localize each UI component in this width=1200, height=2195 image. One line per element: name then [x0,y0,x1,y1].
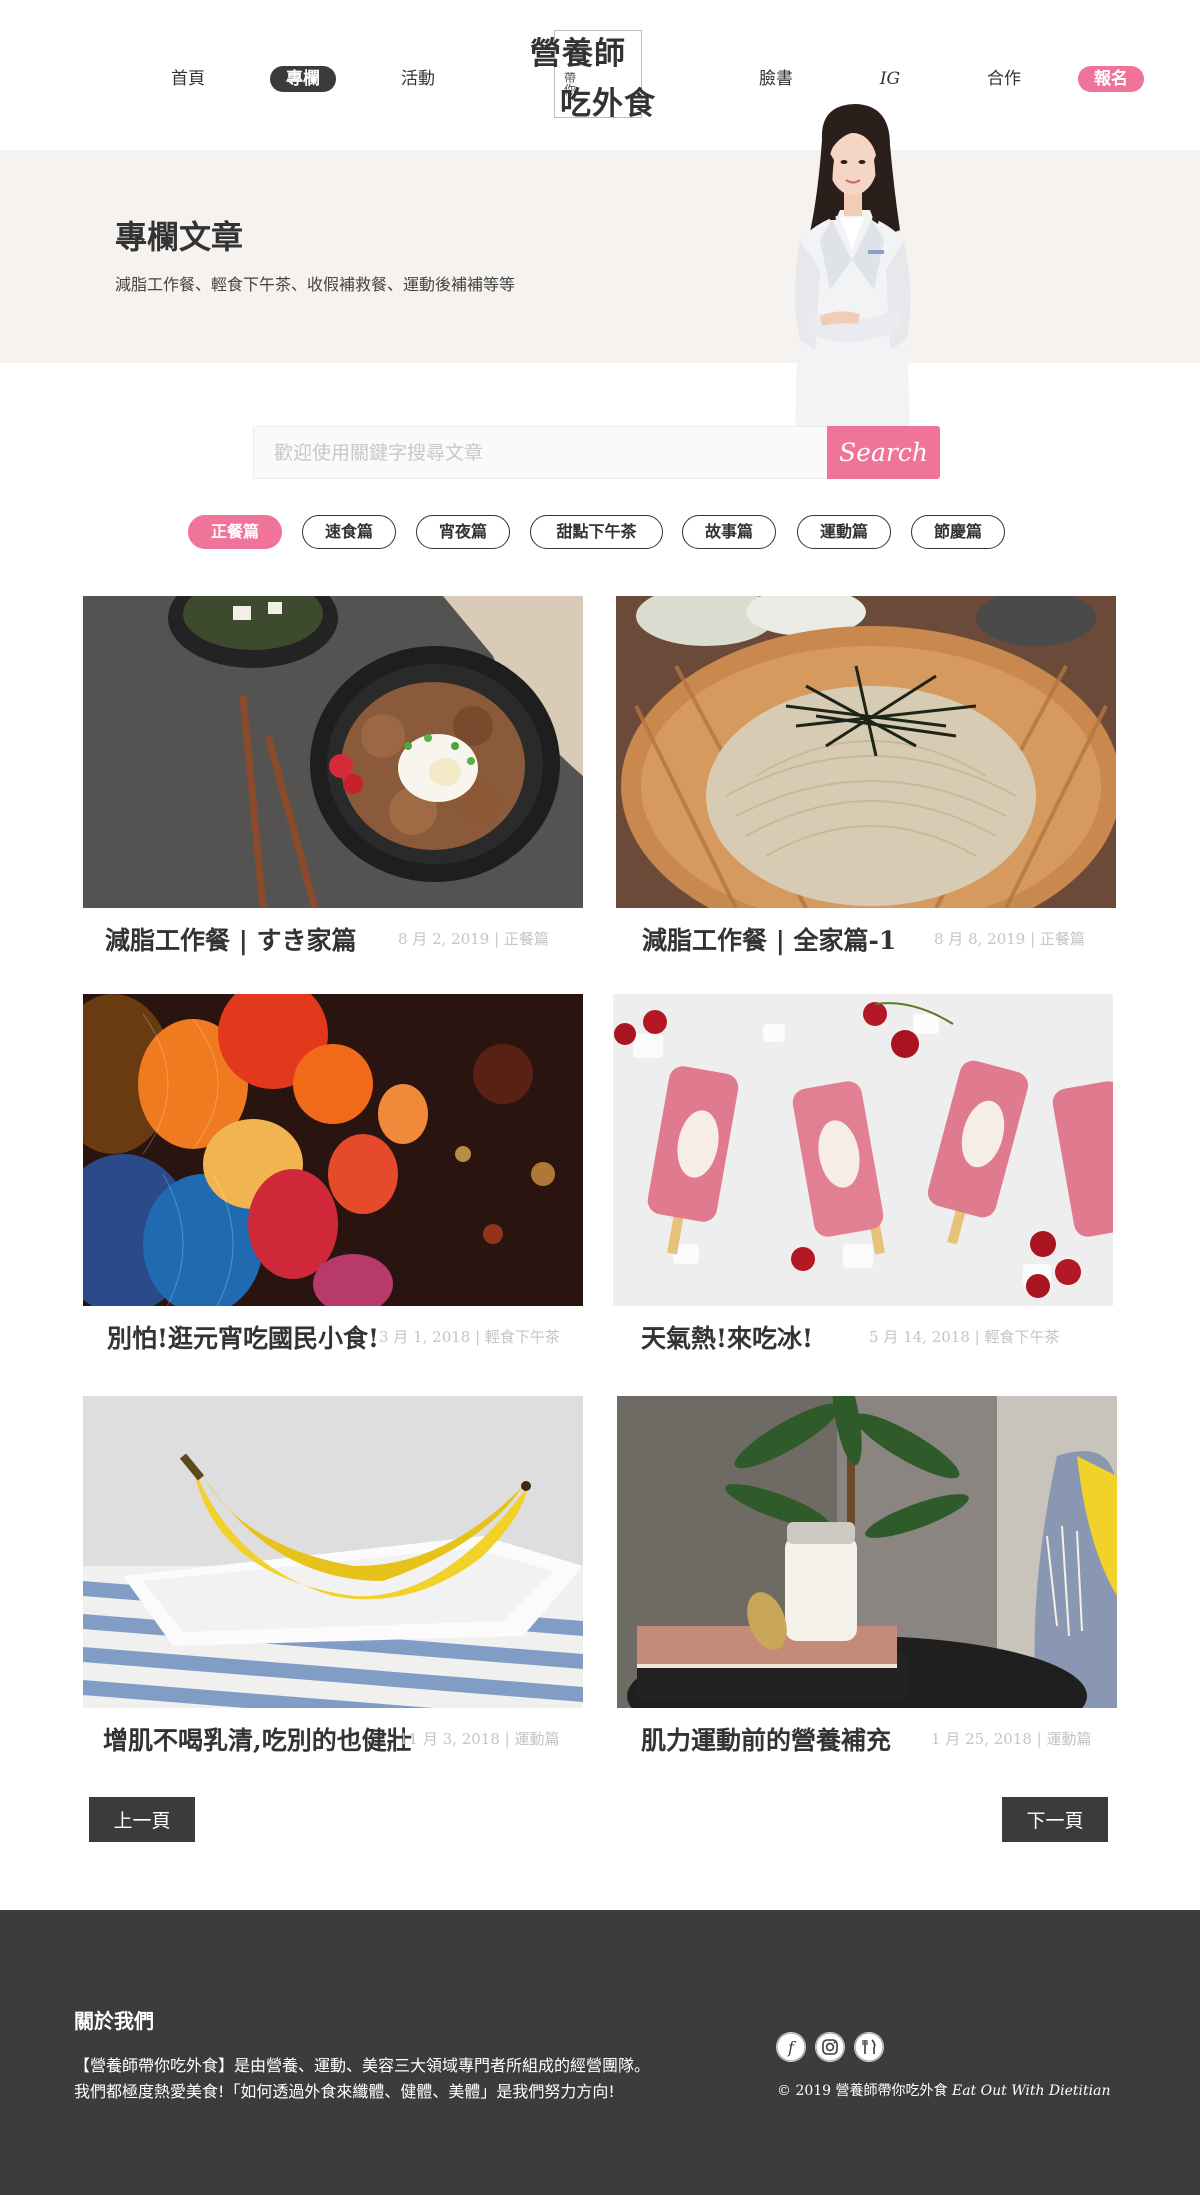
site-footer: 關於我們 【營養師帶你吃外食】是由營養、運動、美容三大領域專門者所組成的經營團隊… [0,1910,1200,2195]
fork-knife-icon[interactable] [854,2032,884,2062]
logo-line1: 營養師 [530,36,626,72]
article-title[interactable]: 別怕!逛元宵吃國民小食! [107,1319,379,1355]
article-meta: 11 月 3, 2018 | 運動篇 [399,1730,560,1748]
next-page-button[interactable]: 下一頁 [1002,1797,1108,1842]
logo-line2: 吃外食 [560,86,656,122]
nav-facebook[interactable]: 臉書 [748,66,804,92]
page-subtitle: 減脂工作餐、輕食下午茶、收假補救餐、運動後補補等等 [115,275,516,294]
article-image-lanterns[interactable] [83,994,583,1306]
page-title: 專欄文章 [115,218,244,256]
category-main-meal[interactable]: 正餐篇 [188,515,282,549]
article-meta: 8 月 2, 2019 | 正餐篇 [398,930,549,948]
article-image-soba[interactable] [616,596,1116,908]
article-title[interactable]: 肌力運動前的營養補充 [641,1721,891,1757]
nav-cooperation[interactable]: 合作 [976,66,1032,92]
copyright-en: Eat Out With Dietitian [951,2083,1111,2099]
article-image-milk-jar[interactable] [617,1396,1117,1708]
category-stories[interactable]: 故事篇 [682,515,776,549]
about-title: 關於我們 [74,2009,154,2033]
article-image-banana[interactable] [83,1396,583,1708]
nav-signup-button[interactable]: 報名 [1078,66,1144,92]
article-card[interactable]: 減脂工作餐 | 全家篇-1 8 月 8, 2019 | 正餐篇 [616,596,1116,966]
nav-events[interactable]: 活動 [390,66,446,92]
article-image-beef-bowl[interactable] [83,596,583,908]
about-text-line2: 我們都極度熱愛美食!「如何透過外食來纖體、健體、美體」是我們努力方向! [74,2082,615,2101]
copyright-zh: © 2019 營養師帶你吃外食 [777,2083,948,2099]
instagram-icon[interactable] [815,2032,845,2062]
category-festivals[interactable]: 節慶篇 [911,515,1005,549]
search-button[interactable]: Search [827,426,940,479]
site-header: 首頁 專欄 活動 營養師 帶你 吃外食 臉書 IG 合作 報名 [0,0,1200,150]
article-meta: 8 月 8, 2019 | 正餐篇 [934,930,1085,948]
about-text-line1: 【營養師帶你吃外食】是由營養、運動、美容三大領域專門者所組成的經營團隊。 [74,2056,651,2075]
category-fast-food[interactable]: 速食篇 [302,515,396,549]
article-card[interactable]: 增肌不喝乳清,吃別的也健壯 11 月 3, 2018 | 運動篇 [83,1396,583,1766]
facebook-icon[interactable]: f [776,2032,806,2062]
category-exercise[interactable]: 運動篇 [797,515,891,549]
category-dessert-tea[interactable]: 甜點下午茶 [530,515,663,549]
article-title[interactable]: 增肌不喝乳清,吃別的也健壯 [103,1721,412,1757]
article-meta: 1 月 25, 2018 | 運動篇 [931,1730,1092,1748]
article-title[interactable]: 減脂工作餐 | すき家篇 [105,921,357,957]
article-card[interactable]: 天氣熱!來吃冰! 5 月 14, 2018 | 輕食下午茶 [613,994,1113,1364]
nav-instagram[interactable]: IG [862,66,918,92]
nav-home[interactable]: 首頁 [160,66,216,92]
search-input[interactable] [253,426,827,479]
article-title[interactable]: 天氣熱!來吃冰! [641,1319,813,1355]
article-title[interactable]: 減脂工作餐 | 全家篇-1 [642,921,896,957]
copyright: © 2019 營養師帶你吃外食 Eat Out With Dietitian [777,2080,1110,2100]
hero-banner: 專欄文章 減脂工作餐、輕食下午茶、收假補救餐、運動後補補等等 [0,150,1200,363]
article-meta: 3 月 1, 2018 | 輕食下午茶 [379,1328,560,1346]
article-image-popsicles[interactable] [613,994,1113,1306]
article-card[interactable]: 肌力運動前的營養補充 1 月 25, 2018 | 運動篇 [617,1396,1117,1766]
nav-column[interactable]: 專欄 [270,66,336,92]
dietitian-portrait [795,104,911,430]
site-logo[interactable]: 營養師 帶你 吃外食 [528,28,666,122]
category-late-night[interactable]: 宵夜篇 [416,515,510,549]
article-meta: 5 月 14, 2018 | 輕食下午茶 [869,1328,1060,1346]
prev-page-button[interactable]: 上一頁 [89,1797,195,1842]
article-card[interactable]: 減脂工作餐 | すき家篇 8 月 2, 2019 | 正餐篇 [83,596,583,966]
article-card[interactable]: 別怕!逛元宵吃國民小食! 3 月 1, 2018 | 輕食下午茶 [83,994,583,1364]
